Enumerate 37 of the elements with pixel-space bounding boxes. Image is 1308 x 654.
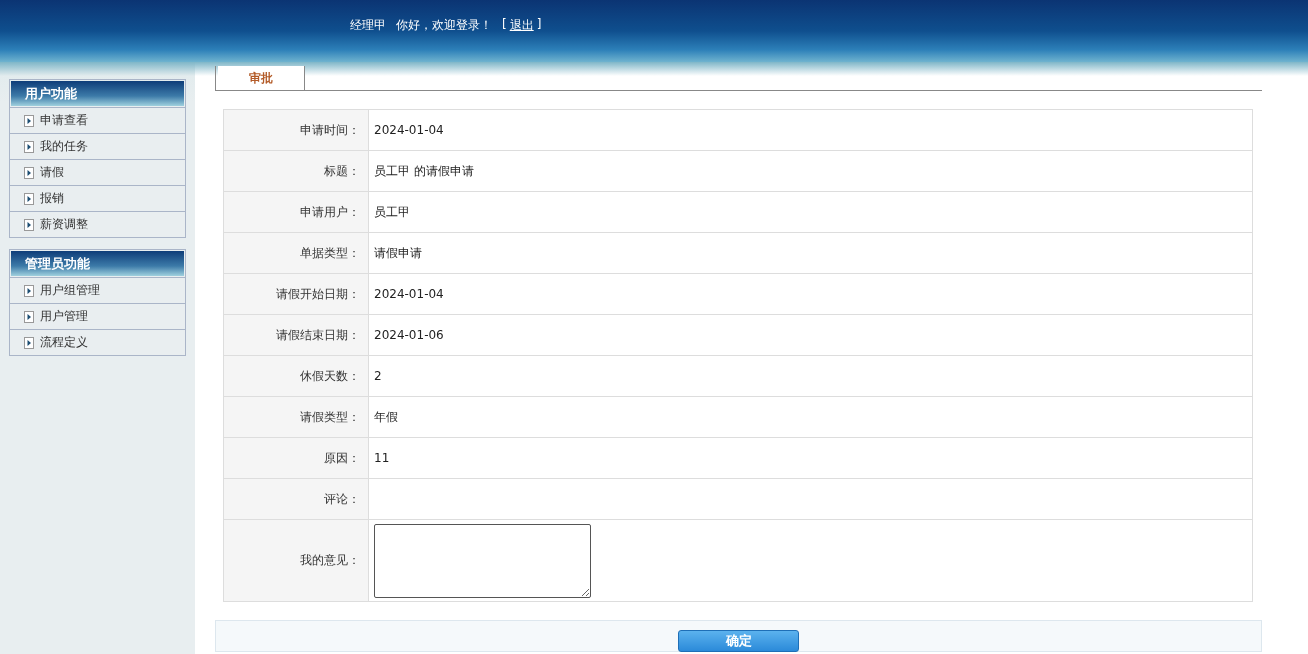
field-label: 申请用户：: [223, 191, 369, 233]
bracket-text: ]: [536, 17, 542, 33]
logout-link[interactable]: 退出: [509, 17, 534, 34]
arrow-icon: [24, 284, 34, 297]
field-value: 员工甲: [374, 204, 410, 219]
arrow-icon: [24, 114, 34, 127]
greeting-text: 你好，欢迎登录！: [396, 17, 492, 34]
tab[interactable]: 审批: [218, 66, 305, 90]
field-value: 2: [374, 369, 382, 383]
field-label: 请假开始日期：: [223, 273, 369, 315]
arrow-icon: [24, 310, 34, 323]
field-label: 标题：: [223, 150, 369, 192]
arrow-icon: [24, 218, 34, 231]
user-name: 经理甲: [350, 17, 386, 34]
field-label: 评论：: [223, 478, 369, 520]
field-label: 申请时间：: [223, 109, 369, 151]
menu-group-title: 用户功能: [11, 81, 184, 106]
field-value: 请假申请: [374, 245, 422, 260]
arrow-icon: [24, 166, 34, 179]
field-label: 休假天数：: [223, 355, 369, 397]
arrow-icon: [24, 140, 34, 153]
field-label: 请假类型：: [223, 396, 369, 438]
field-value: 2024-01-04: [374, 123, 444, 137]
field-label: 原因：: [223, 437, 369, 479]
bracket-text: [: [502, 17, 507, 33]
field-label: 我的意见：: [223, 519, 369, 602]
menu-group-title: 管理员功能: [11, 251, 184, 276]
opinion-field[interactable]: [374, 523, 591, 598]
field-value: 年假: [374, 409, 398, 424]
field-label: 请假结束日期：: [223, 314, 369, 356]
field-value: 2024-01-06: [374, 328, 444, 342]
arrow-icon: [24, 336, 34, 349]
field-value: 2024-01-04: [374, 287, 444, 301]
field-value: 员工甲 的请假申请: [374, 163, 474, 178]
field-label: 单据类型：: [223, 232, 369, 274]
arrow-icon: [24, 192, 34, 205]
field-value: 11: [374, 451, 390, 465]
